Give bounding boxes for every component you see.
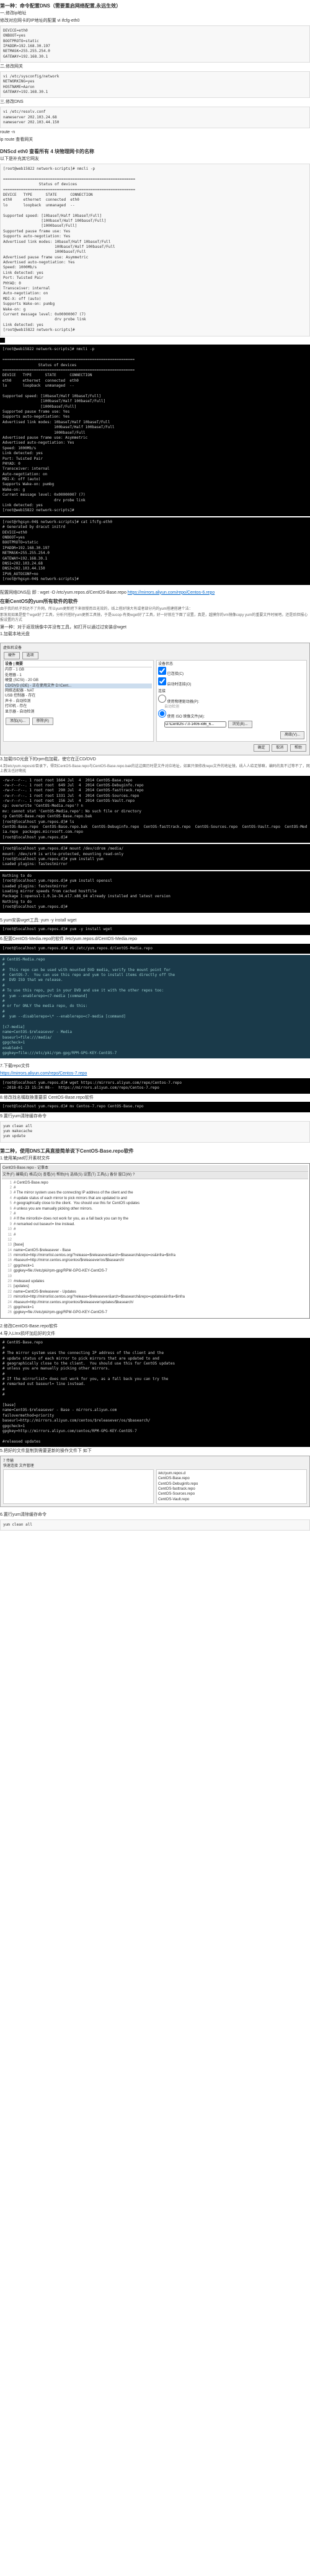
section-8-title: 第二种，使用DNS工具直接简单说下CentOS-Base.repo软件 bbox=[0, 1148, 310, 1154]
help-button[interactable]: 帮助 bbox=[290, 744, 306, 752]
link-aliyun-6[interactable]: https://mirrors.aliyun.com/repo/Centos-6… bbox=[128, 591, 215, 595]
ftp-local[interactable] bbox=[3, 1469, 154, 1504]
code-base-repo-dark: # CentOS-Base.repo # # The mirror system… bbox=[0, 1338, 310, 1447]
code-mount: [root@localhost yum.repos.d]# mount /dev… bbox=[0, 844, 310, 870]
code-ethtool-dark: [root@web15822 network-scripts]# nmcli -… bbox=[0, 345, 310, 516]
code-yum-install: Nothing to do [root@localhost yum.repos.… bbox=[0, 871, 310, 913]
physical-radio[interactable] bbox=[158, 695, 166, 703]
connected-checkbox[interactable] bbox=[158, 667, 166, 675]
ftp-file: CentOS-Sources.repo bbox=[158, 1492, 305, 1497]
sub-7-2: 8.修改找名稱取換重要原 CentOS-Base.repo软件 bbox=[0, 1095, 310, 1101]
device-detail: 设备状态 已连接(C) 启动时连接(O) 连接 使用物理驱动器(P): 自动检测… bbox=[156, 660, 307, 742]
sub-9-2: 4.导入LInx损坏加后好的文件 bbox=[0, 1331, 310, 1337]
text-wget-intro: 配置网络DNS后 即 : wget -O /etc/yum.repos.d/Ce… bbox=[0, 590, 310, 596]
sub-7-3: 9.置行yum清除缓存命令 bbox=[0, 1114, 310, 1120]
iso-path-input[interactable] bbox=[164, 721, 226, 728]
sub-10-1: 6.置行yum清除缓存命令 bbox=[0, 1512, 310, 1518]
para-3-2: 那发现如果是整个wget好了工具，分析只搭好yum更新工具镜，于是sucop-有… bbox=[0, 613, 310, 623]
status-label: 设备状态 bbox=[158, 662, 305, 667]
device-row: 显示器 - 自动检测 bbox=[5, 710, 152, 714]
notepad-editor: CentOS-Base.repo - 记事本 文件(F) 编辑(E) 格式(O)… bbox=[0, 1163, 310, 1319]
vm-settings-dialog: 虚拟机设备 硬件 选项 设备 | 摘要 内存 - 1 GB 处理器 - 1 硬盘… bbox=[0, 643, 310, 755]
sub-9-3: 5.把好的文件复制到需要更新的操作文件下 如下 bbox=[0, 1448, 310, 1454]
code-network: vi /etc/sysconfig/network NETWORKING=yes… bbox=[0, 71, 310, 99]
device-row: 内存 - 1 GB bbox=[5, 667, 152, 672]
ftp-file: CentOS-Vault.repo bbox=[158, 1497, 305, 1502]
editor-body[interactable]: 1# CentOS-Base.repo2#3# The mirror syste… bbox=[2, 1179, 308, 1317]
device-row: 处理器 - 1 bbox=[5, 673, 152, 678]
cancel-button[interactable]: 取消 bbox=[272, 744, 288, 752]
device-row: 打印机 - 存在 bbox=[5, 704, 152, 709]
sub-5-note: 4.到/etc/yum.repos/d/目录下，得到CentOS-Base.re… bbox=[0, 764, 310, 775]
editor-title: CentOS-Base.repo - 记事本 bbox=[2, 1165, 308, 1172]
ftp-title: 7 传输 bbox=[3, 1459, 307, 1464]
dialog-title: 虚拟机设备 bbox=[3, 646, 307, 651]
code-clean-all: yum clean all bbox=[0, 1519, 310, 1531]
sub-6-1: 5.yum安装wget工具: yum -y install wget bbox=[0, 918, 310, 924]
device-row: 声卡 - 自动检测 bbox=[5, 699, 152, 704]
link-centos7-repo[interactable]: https://mirrors.aliyun.com/repo/Centos-7… bbox=[0, 1071, 87, 1076]
device-row: USB 控制器 - 存在 bbox=[5, 693, 152, 698]
ftp-remote[interactable]: /etc/yum.repos.d CentOS-Base.repo CentOS… bbox=[156, 1469, 307, 1504]
sub-1-3: 二,修改网关 bbox=[0, 64, 310, 70]
tab-hardware[interactable]: 硬件 bbox=[4, 652, 20, 659]
code-nmcli: [root@web15822 network-scripts]# nmcli -… bbox=[0, 164, 310, 336]
ftp-file: CentOS-Base.repo bbox=[158, 1476, 305, 1481]
device-row: 网络适配器 - NAT bbox=[5, 688, 152, 693]
sub-8-1: 1.使用某pad打开素材文件 bbox=[0, 1156, 310, 1162]
sub-1-6: ip route 查看网关 bbox=[0, 137, 310, 143]
sub-1-2: 修改对应网卡的IP地址的配置 vi ifcfg-eth0 bbox=[0, 18, 310, 24]
sub-6-2: 6.配置CentOS-Media.repo的软件 /etc/yum.repos.… bbox=[0, 936, 310, 943]
code-yum-clean: yum clean all yum makecache yum update bbox=[0, 1121, 310, 1143]
ftp-file: CentOS-Debuginfo.repo bbox=[158, 1482, 305, 1487]
code-ls-repos: -rw-r--r--. 1 root root 1664 Jul 4 2014 … bbox=[0, 776, 310, 843]
ftp-dialog: 7 传输 快速连接 文件管理 /etc/yum.repos.d CentOS-B… bbox=[0, 1456, 310, 1507]
poweron-checkbox[interactable] bbox=[158, 677, 166, 685]
code-cat-ifcfg: [root@rhgsyn-04$ network-scripts]# cat i… bbox=[0, 517, 310, 585]
sub-3-1: 第一种：对于返现镜像中并没有工具，如打开以通过过安装@wget bbox=[0, 625, 310, 631]
code-mv-repo: [root@localhost yum.repos.d]# mv Centos-… bbox=[0, 1102, 310, 1112]
ok-button[interactable]: 确定 bbox=[254, 744, 270, 752]
sub-1-1: 一,修改ip地址 bbox=[0, 11, 310, 17]
advanced-button[interactable]: 高级(V)... bbox=[280, 731, 304, 739]
code-yum-wget: [root@localhost yum.repos.d]# yum -y ins… bbox=[0, 925, 310, 934]
device-row: 硬盘 (SCSI) - 20 GB bbox=[5, 678, 152, 683]
repo-media-config: # CentOS-Media.repo # # This repo can be… bbox=[0, 955, 310, 1058]
browse-button[interactable]: 浏览(B)... bbox=[228, 721, 252, 728]
code-wget-repo: [root@localhost yum.repos.d]# wget https… bbox=[0, 1078, 310, 1094]
section-2-title: DNScd eth0 查看所有 4 块物理网卡的名称 bbox=[0, 148, 310, 155]
sub-2: 以下是补充其它网友 bbox=[0, 156, 310, 162]
tab-options[interactable]: 选项 bbox=[22, 652, 38, 659]
code-ifcfg: DEVICE=eth0 ONBOOT=yes BOOTPROTO=static … bbox=[0, 25, 310, 63]
ftp-file: CentOS-fasttrack.repo bbox=[158, 1487, 305, 1492]
ftp-tabs[interactable]: 快速连接 文件管理 bbox=[3, 1464, 307, 1469]
conn-label: 连接 bbox=[158, 689, 305, 694]
section-3-title: 在新CentOS的yum所有软件的软件 bbox=[0, 598, 310, 605]
editor-menu[interactable]: 文件(F) 编辑(E) 格式(O) 查看(V) 帮助(H) 选择(S) 设置(T… bbox=[2, 1172, 308, 1179]
remove-button[interactable]: 移除(R) bbox=[32, 718, 53, 725]
sub-1-5: route -n bbox=[0, 130, 310, 136]
code-vi-media: [root@localhost yum.repos.d]# vi /etc/yu… bbox=[0, 944, 310, 954]
sub-1-4: 三,修改DNS bbox=[0, 99, 310, 105]
para-3-1: 由于我的机子到达不了外网，所以yum更新把下来很慢而且无效的，线上搭好镜大有或者… bbox=[0, 607, 310, 612]
iso-radio[interactable] bbox=[158, 710, 166, 718]
black-square-icon bbox=[0, 338, 5, 343]
sub-5-title: 3.加载ISO光盘下的rpm包加载，使它在正CD/DVD bbox=[0, 757, 310, 763]
section-1-title: 第一种：命令配置DNS（需要重启网络配置,永远生效） bbox=[0, 2, 310, 9]
sub-7-1: 7.下载repo文件 bbox=[0, 1063, 310, 1070]
add-button[interactable]: 添加(A)... bbox=[6, 718, 30, 725]
code-resolv: vi /etc/resolv.conf nameserver 202.103.2… bbox=[0, 107, 310, 128]
sub-9-1: 2.修改CentOS-Base.repo软件 bbox=[0, 1324, 310, 1330]
sub-3-2: 1.加载本地光盘 bbox=[0, 631, 310, 638]
device-list[interactable]: 设备 | 摘要 内存 - 1 GB 处理器 - 1 硬盘 (SCSI) - 20… bbox=[3, 660, 154, 742]
device-row: CD/DVD (IDE) - 正在使用文件 D:\Cent... bbox=[5, 684, 152, 688]
